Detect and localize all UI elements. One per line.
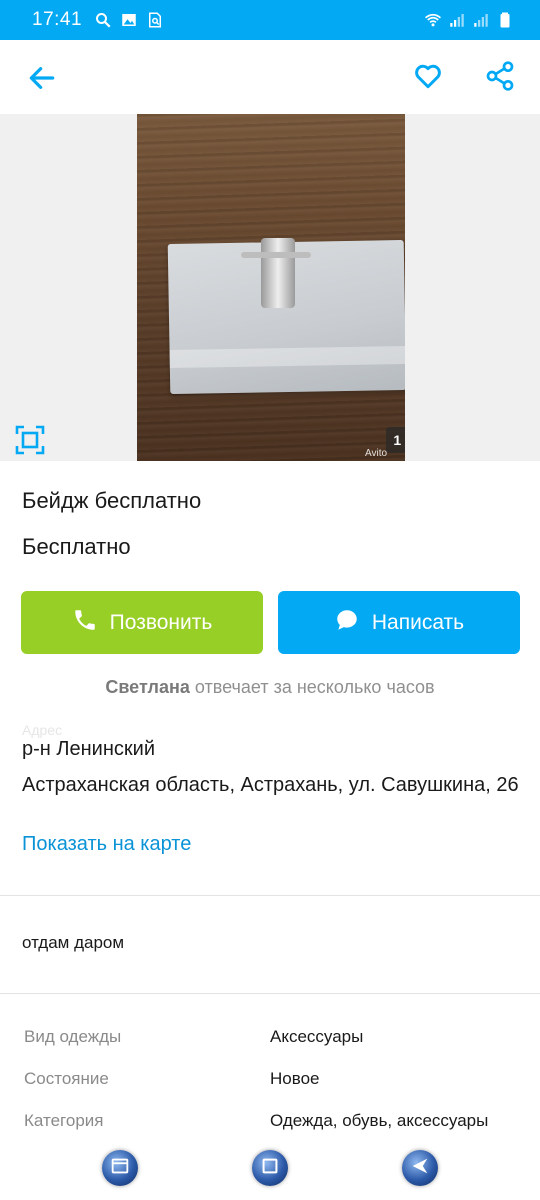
back-triangle-icon bbox=[409, 1155, 431, 1182]
recent-apps-button[interactable] bbox=[102, 1150, 138, 1186]
seller-name: Светлана bbox=[105, 677, 190, 697]
param-value: Аксессуары bbox=[270, 1027, 364, 1046]
back-button[interactable] bbox=[402, 1150, 438, 1186]
chat-bubble-icon bbox=[334, 607, 360, 639]
photo-gallery[interactable]: 1 / 2 bbox=[0, 114, 540, 461]
fullscreen-icon[interactable] bbox=[14, 424, 46, 456]
param-row: Состояние Новое bbox=[24, 1069, 524, 1093]
address-text: Астраханская область, Астрахань, ул. Сав… bbox=[22, 774, 519, 796]
back-arrow-icon[interactable] bbox=[26, 62, 58, 94]
app-bar bbox=[0, 40, 540, 114]
listing-price: Бесплатно bbox=[22, 534, 131, 559]
photo-clip bbox=[241, 238, 311, 308]
call-button[interactable]: Позвонить bbox=[21, 591, 263, 654]
param-key: Категория bbox=[24, 1111, 104, 1130]
image-icon bbox=[120, 11, 138, 29]
signal-icon bbox=[448, 11, 466, 29]
param-row: Категория Одежда, обувь, аксессуары bbox=[24, 1111, 524, 1135]
listing-description: отдам даром bbox=[22, 933, 125, 952]
status-time: 17:41 bbox=[32, 9, 83, 30]
photo-counter: 1 / 2 bbox=[386, 427, 405, 453]
write-button[interactable]: Написать bbox=[278, 591, 520, 654]
home-button[interactable] bbox=[252, 1150, 288, 1186]
heart-icon[interactable] bbox=[412, 60, 444, 92]
address-heading: Адрес bbox=[22, 722, 63, 738]
seller-info: Светлана отвечает за несколько часов bbox=[0, 677, 540, 698]
param-key: Состояние bbox=[24, 1069, 109, 1088]
param-value: Одежда, обувь, аксессуары bbox=[270, 1111, 489, 1130]
write-button-label: Написать bbox=[371, 610, 465, 634]
call-button-label: Позвонить bbox=[109, 610, 213, 634]
seller-response-time: отвечает за несколько часов bbox=[194, 677, 435, 697]
document-search-icon bbox=[146, 11, 164, 29]
recent-apps-icon bbox=[109, 1155, 131, 1182]
show-on-map-link[interactable]: Показать на карте bbox=[22, 833, 191, 856]
param-row: Вид одежды Аксессуары bbox=[24, 1027, 524, 1051]
listing-photo[interactable]: 1 / 2 bbox=[137, 114, 405, 461]
divider bbox=[0, 895, 540, 896]
phone-icon bbox=[72, 607, 98, 639]
share-icon[interactable] bbox=[484, 60, 516, 92]
param-key: Вид одежды bbox=[24, 1027, 122, 1046]
address-district: р-н Ленинский bbox=[22, 738, 155, 760]
battery-icon bbox=[496, 11, 514, 29]
home-square-icon bbox=[259, 1155, 281, 1182]
signal-icon bbox=[472, 11, 490, 29]
param-value: Новое bbox=[270, 1069, 320, 1088]
listing-title: Бейдж бесплатно bbox=[22, 488, 202, 513]
wifi-icon bbox=[424, 11, 442, 29]
status-bar: 17:41 bbox=[0, 0, 540, 40]
photo-watermark: Avito bbox=[365, 448, 388, 459]
divider bbox=[0, 993, 540, 994]
search-icon bbox=[94, 11, 112, 29]
